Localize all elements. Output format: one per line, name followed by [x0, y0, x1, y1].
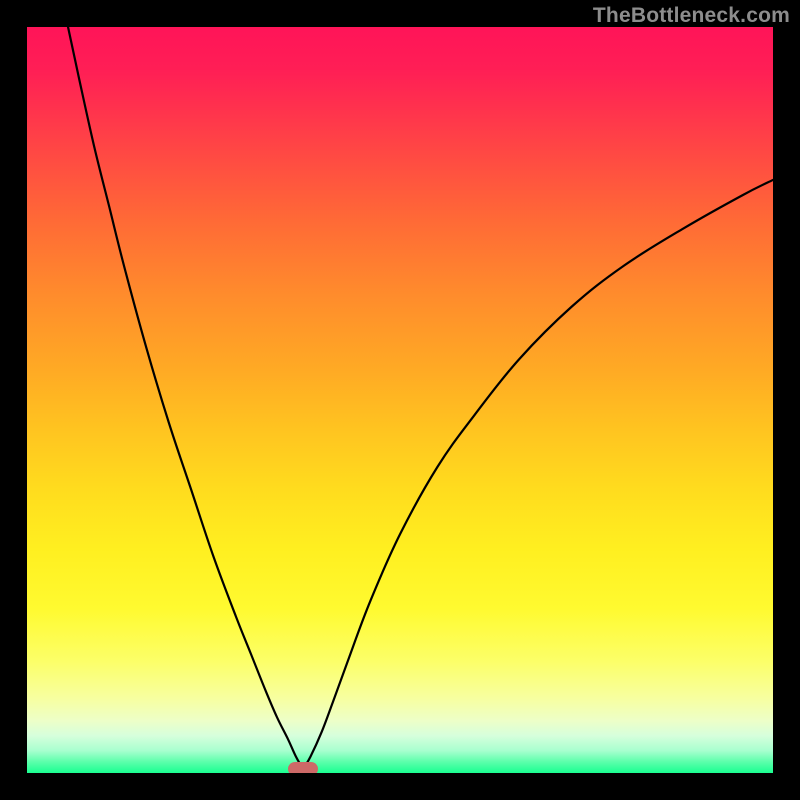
watermark-text: TheBottleneck.com	[593, 4, 790, 28]
bottleneck-curve	[27, 27, 773, 773]
optimum-marker	[288, 762, 318, 773]
chart-frame: TheBottleneck.com	[0, 0, 800, 800]
plot-area	[27, 27, 773, 773]
